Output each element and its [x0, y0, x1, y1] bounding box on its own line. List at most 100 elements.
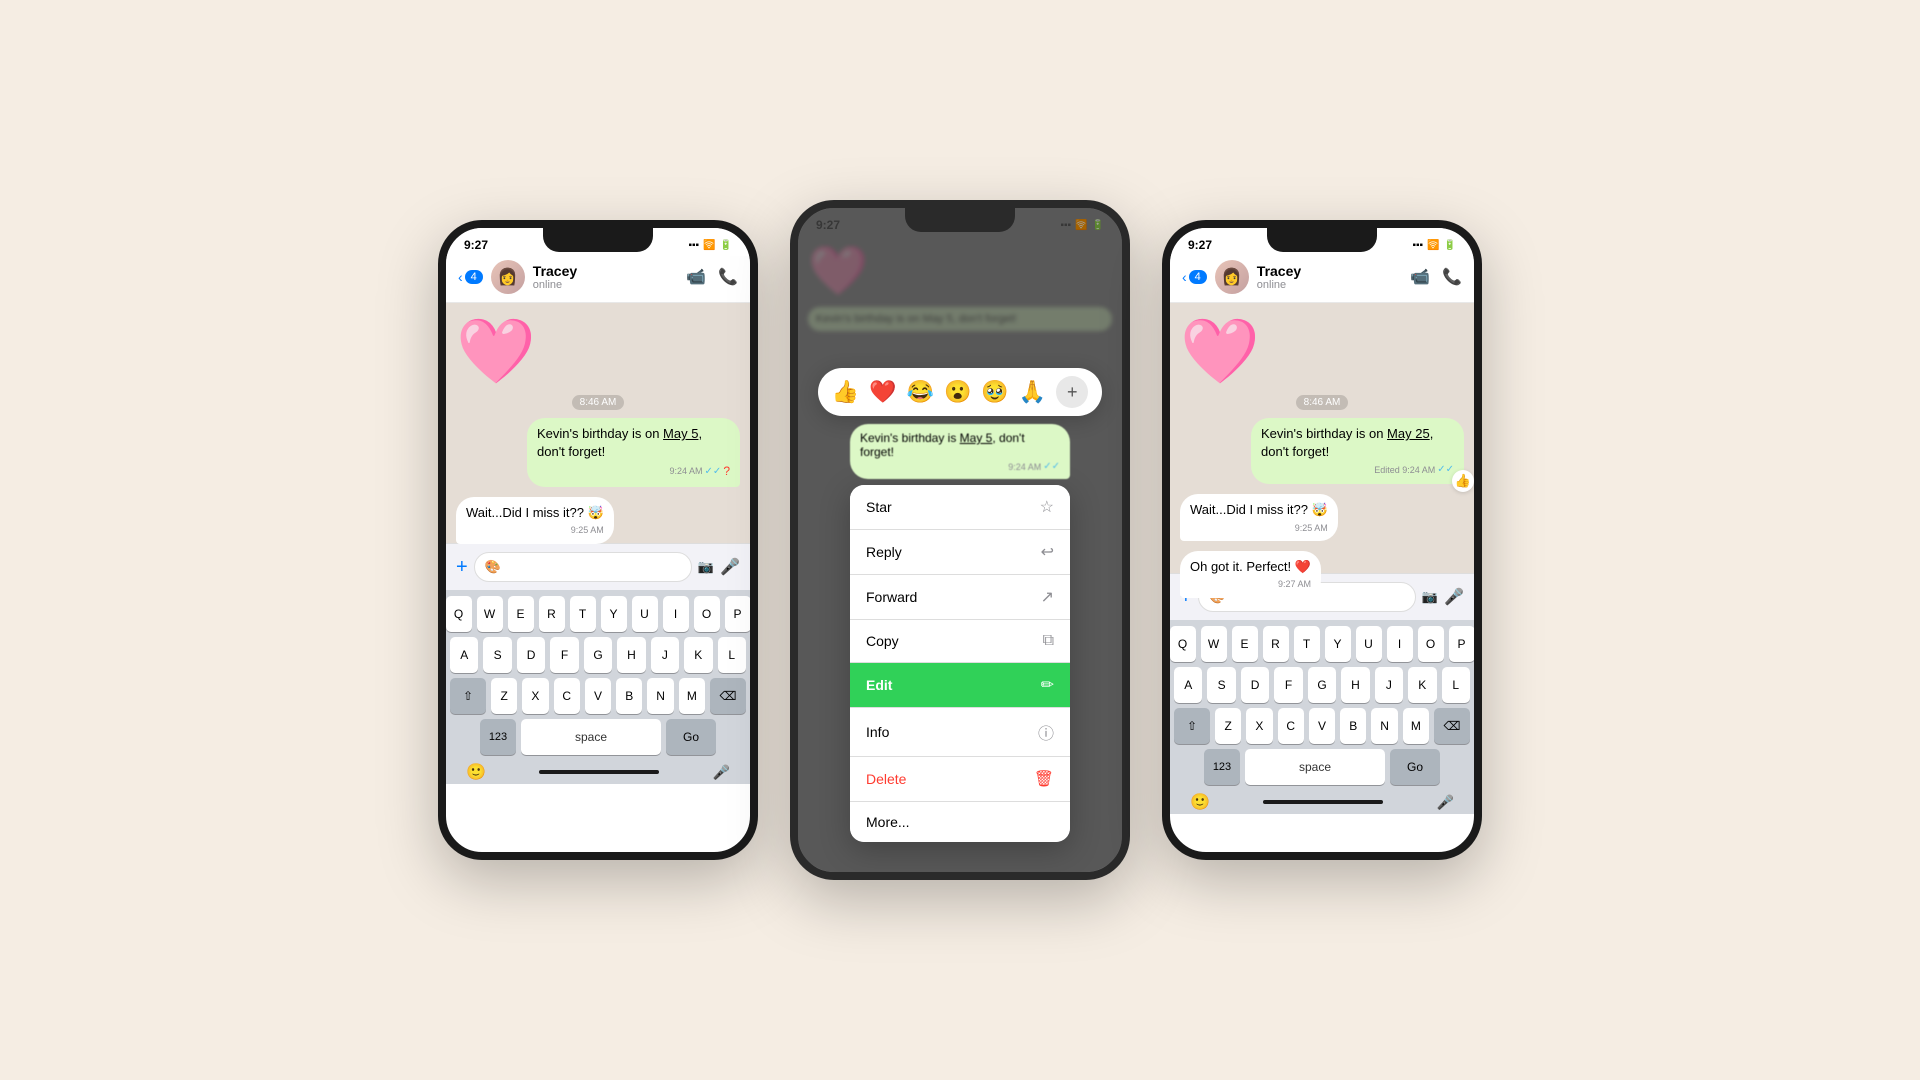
bubble-sent-left: Kevin's birthday is on May 5, don't forg…	[527, 418, 740, 487]
key-i[interactable]: I	[663, 596, 689, 632]
context-item-more[interactable]: More...	[850, 802, 1070, 842]
camera-icon-left[interactable]: 📷	[698, 559, 714, 575]
emoji-heart[interactable]: ❤️	[869, 379, 896, 405]
key-r-a[interactable]: A	[1174, 667, 1202, 703]
input-field-left[interactable]: 🎨	[474, 552, 692, 582]
status-icons-left: ▪▪▪ 🛜 🔋	[688, 240, 732, 251]
key-r-f[interactable]: F	[1274, 667, 1302, 703]
key-space[interactable]: space	[521, 719, 661, 755]
context-item-delete[interactable]: Delete 🗑	[850, 757, 1070, 802]
key-r-o[interactable]: O	[1418, 626, 1444, 662]
key-r-x[interactable]: X	[1246, 708, 1272, 744]
key-123[interactable]: 123	[480, 719, 516, 755]
phone-left: 9:27 ▪▪▪ 🛜 🔋 ‹ 4 👩 Tracey online 📹 📞 🩷 8…	[438, 220, 758, 860]
key-r-123[interactable]: 123	[1204, 749, 1240, 785]
key-r-e[interactable]: E	[1232, 626, 1258, 662]
key-h[interactable]: H	[617, 637, 645, 673]
key-q[interactable]: Q	[446, 596, 472, 632]
voice-icon-left[interactable]: 🎤	[720, 557, 740, 577]
key-y[interactable]: Y	[601, 596, 627, 632]
key-r-n[interactable]: N	[1371, 708, 1397, 744]
key-shift[interactable]: ⇧	[450, 678, 486, 714]
key-z[interactable]: Z	[491, 678, 517, 714]
add-button-left[interactable]: +	[456, 556, 468, 579]
key-r-g[interactable]: G	[1308, 667, 1336, 703]
key-r-y[interactable]: Y	[1325, 626, 1351, 662]
key-d[interactable]: D	[517, 637, 545, 673]
emoji-laugh[interactable]: 😂	[907, 379, 934, 405]
key-r-d[interactable]: D	[1241, 667, 1269, 703]
key-backspace[interactable]: ⌫	[710, 678, 746, 714]
key-p[interactable]: P	[725, 596, 751, 632]
key-r[interactable]: R	[539, 596, 565, 632]
key-j[interactable]: J	[651, 637, 679, 673]
emoji-more-button[interactable]: +	[1056, 376, 1088, 408]
emoji-pray[interactable]: 🙏	[1019, 379, 1046, 405]
key-r-w[interactable]: W	[1201, 626, 1227, 662]
key-b[interactable]: B	[616, 678, 642, 714]
key-m[interactable]: M	[679, 678, 705, 714]
key-r-q[interactable]: Q	[1170, 626, 1196, 662]
key-r-l[interactable]: L	[1442, 667, 1470, 703]
phone-icon-right[interactable]: 📞	[1442, 267, 1462, 287]
phone-icon[interactable]: 📞	[718, 267, 738, 287]
key-e[interactable]: E	[508, 596, 534, 632]
key-r-shift[interactable]: ⇧	[1174, 708, 1210, 744]
emoji-wow[interactable]: 😮	[944, 379, 971, 405]
key-v[interactable]: V	[585, 678, 611, 714]
back-button-right[interactable]: ‹ 4	[1182, 269, 1207, 285]
emoji-icon-right[interactable]: 🙂	[1190, 792, 1210, 812]
key-a[interactable]: A	[450, 637, 478, 673]
timestamp-right: 8:46 AM	[1296, 395, 1349, 410]
key-r-space[interactable]: space	[1245, 749, 1385, 785]
key-r-z[interactable]: Z	[1215, 708, 1241, 744]
key-r-m[interactable]: M	[1403, 708, 1429, 744]
camera-icon-right[interactable]: 📷	[1422, 589, 1438, 605]
video-call-icon-right[interactable]: 📹	[1410, 267, 1430, 287]
context-item-info[interactable]: Info ⓘ	[850, 708, 1070, 757]
key-n[interactable]: N	[647, 678, 673, 714]
key-r-c[interactable]: C	[1278, 708, 1304, 744]
key-k[interactable]: K	[684, 637, 712, 673]
emoji-thumbs-up[interactable]: 👍	[832, 379, 859, 405]
key-r-t[interactable]: T	[1294, 626, 1320, 662]
voice-icon-right[interactable]: 🎤	[1444, 587, 1464, 607]
key-x[interactable]: X	[522, 678, 548, 714]
key-g[interactable]: G	[584, 637, 612, 673]
voice-bottom-icon-right[interactable]: 🎤	[1437, 794, 1454, 811]
key-l[interactable]: L	[718, 637, 746, 673]
key-t[interactable]: T	[570, 596, 596, 632]
key-r-k[interactable]: K	[1408, 667, 1436, 703]
key-w[interactable]: W	[477, 596, 503, 632]
emoji-reaction-bar[interactable]: 👍 ❤️ 😂 😮 🥹 🙏 +	[818, 368, 1102, 416]
key-go[interactable]: Go	[666, 719, 716, 755]
key-r-b[interactable]: B	[1340, 708, 1366, 744]
sticker-left: 🩷	[456, 315, 740, 387]
emoji-icon-left[interactable]: 🙂	[466, 762, 486, 782]
avatar-right: 👩	[1215, 260, 1249, 294]
context-item-edit[interactable]: Edit ✏	[850, 663, 1070, 708]
key-r-i[interactable]: I	[1387, 626, 1413, 662]
emoji-pleading[interactable]: 🥹	[981, 379, 1008, 405]
key-r-p[interactable]: P	[1449, 626, 1475, 662]
key-u[interactable]: U	[632, 596, 658, 632]
key-r-u[interactable]: U	[1356, 626, 1382, 662]
key-r-backspace[interactable]: ⌫	[1434, 708, 1470, 744]
key-r-h[interactable]: H	[1341, 667, 1369, 703]
video-call-icon[interactable]: 📹	[686, 267, 706, 287]
voice-bottom-icon-left[interactable]: 🎤	[713, 764, 730, 781]
key-r-s[interactable]: S	[1207, 667, 1235, 703]
key-f[interactable]: F	[550, 637, 578, 673]
key-r-v[interactable]: V	[1309, 708, 1335, 744]
key-r-go[interactable]: Go	[1390, 749, 1440, 785]
back-button-left[interactable]: ‹ 4	[458, 269, 483, 285]
key-c[interactable]: C	[554, 678, 580, 714]
key-r-r[interactable]: R	[1263, 626, 1289, 662]
key-r-j[interactable]: J	[1375, 667, 1403, 703]
key-s[interactable]: S	[483, 637, 511, 673]
context-item-star[interactable]: Star ☆	[850, 485, 1070, 530]
context-item-copy[interactable]: Copy ⧉	[850, 620, 1070, 663]
key-o[interactable]: O	[694, 596, 720, 632]
context-item-forward[interactable]: Forward ↗	[850, 575, 1070, 620]
context-item-reply[interactable]: Reply ↩	[850, 530, 1070, 575]
